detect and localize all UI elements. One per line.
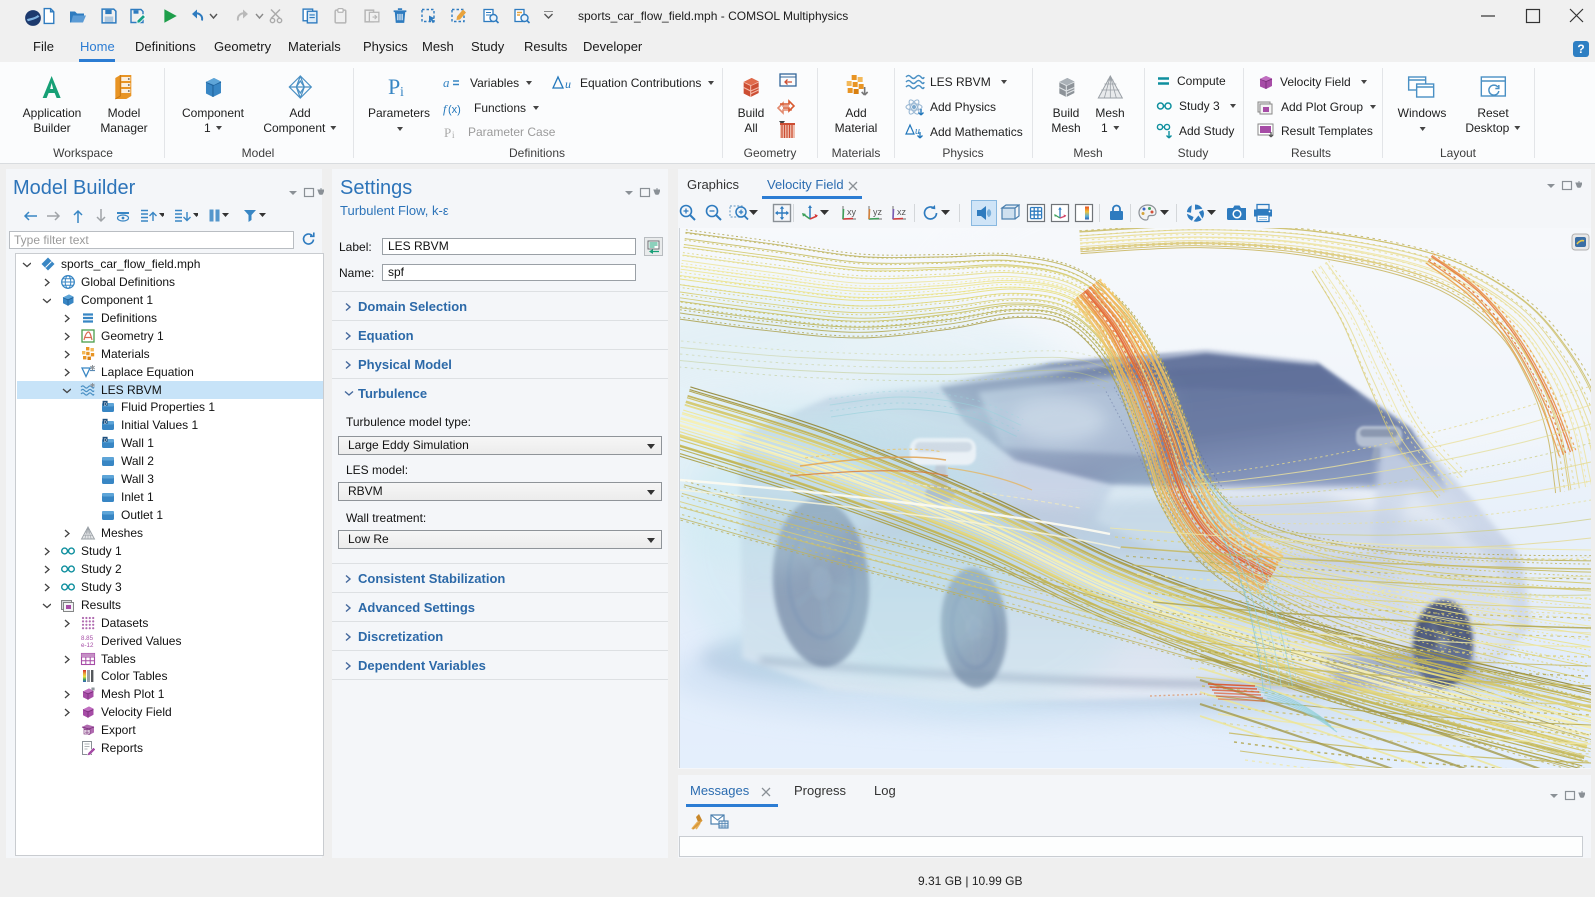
svg-text:xy: xy	[847, 207, 857, 217]
svg-text:a: a	[443, 75, 450, 90]
svg-text:i: i	[400, 85, 404, 100]
svg-text:i: i	[452, 130, 455, 139]
svg-text:u: u	[915, 126, 920, 137]
svg-text:xz: xz	[897, 207, 907, 217]
svg-text:8.85: 8.85	[81, 635, 94, 642]
svg-text:e-12: e-12	[81, 642, 94, 649]
svg-text:P: P	[388, 74, 400, 99]
svg-text:(x): (x)	[448, 104, 461, 116]
svg-text:P: P	[444, 125, 451, 139]
svg-text:u: u	[565, 77, 571, 90]
svg-text:yz: yz	[873, 207, 883, 217]
